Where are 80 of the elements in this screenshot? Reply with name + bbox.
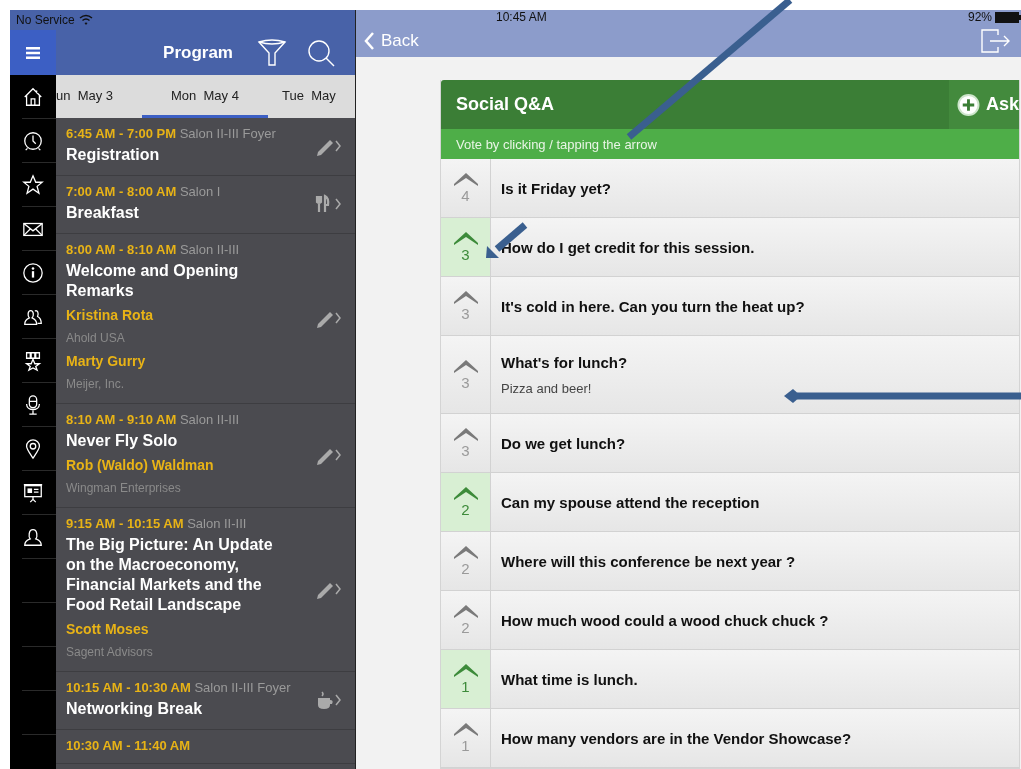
session-location: Salon II-III	[187, 516, 247, 531]
question-text: Where will this conference be next year ?	[501, 552, 797, 570]
card-title: Social Q&A	[455, 94, 556, 115]
day-tab[interactable]: Tue May	[268, 75, 355, 118]
session-title[interactable]: Welcome and Opening Remarks	[66, 261, 291, 301]
upvote-button[interactable]: 1	[441, 709, 491, 767]
upvote-button[interactable]: 3	[441, 414, 491, 472]
chevron-up-icon	[453, 427, 478, 441]
search-icon[interactable]	[307, 38, 335, 67]
speaker-organization: Ahold USA	[66, 330, 126, 347]
chevron-up-icon	[453, 604, 478, 618]
session-title[interactable]: The Big Picture: An Update on the Macroeconomy, Financial Markets and the Food Retail Landscape	[66, 535, 291, 615]
coffee-cup-icon[interactable]	[315, 689, 341, 711]
upvote-button[interactable]: 2	[441, 532, 491, 590]
battery-percent: 92%	[967, 10, 992, 25]
chevron-up-icon	[453, 663, 478, 677]
question-text: What's for lunch?	[501, 353, 629, 371]
day-tab[interactable]: un May 3	[56, 75, 142, 118]
speaker-name[interactable]: Scott Moses	[66, 619, 315, 639]
program-title: Program	[163, 42, 233, 63]
menu-icon[interactable]	[26, 46, 40, 59]
question-text: Can my spouse attend the reception	[501, 493, 761, 511]
star-icon[interactable]	[22, 172, 44, 197]
carrier-text: No Service	[16, 13, 75, 27]
speaker-name[interactable]: Marty Gurry	[66, 351, 315, 371]
session-title[interactable]: Registration	[66, 145, 291, 165]
chevron-up-icon	[453, 722, 478, 736]
question-text: How much wood could a wood chuck chuck ?	[501, 611, 830, 629]
vote-hint: Vote by clicking / tapping the arrow	[441, 129, 1019, 159]
upvote-button[interactable]: 2	[441, 473, 491, 531]
session-title[interactable]: Breakfast	[66, 203, 291, 223]
question-text: How many vendors are in the Vendor Showcase?	[501, 729, 853, 747]
session-time: 8:10 AM - 9:10 AM	[66, 412, 177, 427]
ask-button[interactable]: Ask	[949, 80, 1019, 129]
chevron-up-icon	[453, 231, 478, 245]
day-tab[interactable]: Mon May 4	[142, 75, 268, 118]
question-text: What time is lunch.	[501, 670, 639, 688]
speaker-organization: Meijer, Inc.	[66, 376, 126, 393]
back-button[interactable]: Back	[364, 30, 419, 51]
info-icon[interactable]	[22, 260, 44, 285]
session-location: Salon II-III	[179, 242, 240, 257]
session-time: 8:00 AM - 8:10 AM	[66, 242, 177, 257]
question-text: Is it Friday yet?	[501, 179, 613, 197]
upvote-button[interactable]: 4	[441, 159, 491, 217]
plus-circle-icon	[957, 92, 980, 117]
chevron-up-icon	[453, 290, 478, 304]
answer-text: Pizza and beer!	[501, 380, 593, 396]
session-location: Salon II-III	[179, 412, 240, 427]
question-text: It's cold in here. Can you turn the heat up?	[501, 297, 806, 315]
battery-icon	[995, 11, 1021, 23]
upvote-button[interactable]: 2	[441, 591, 491, 649]
upvote-button[interactable]: 1	[441, 650, 491, 708]
wifi-icon	[78, 14, 93, 26]
session-time: 10:30 AM - 11:40 AM	[66, 738, 191, 753]
session-time: 10:15 AM - 10:30 AM	[66, 680, 191, 695]
chevron-up-icon	[453, 545, 478, 559]
session-time: 7:00 AM - 8:00 AM	[66, 184, 177, 199]
session-time: 6:45 AM - 7:00 PM	[66, 126, 177, 141]
session-time: 9:15 AM - 10:15 AM	[66, 516, 184, 531]
speaker-name[interactable]: Kristina Rota	[66, 305, 315, 325]
session-title[interactable]: Never Fly Solo	[66, 431, 291, 451]
session-title[interactable]: Networking Break	[66, 699, 291, 719]
chevron-up-icon	[453, 358, 478, 373]
upvote-button[interactable]: 3	[441, 277, 491, 335]
fork-knife-icon[interactable]	[315, 193, 341, 215]
chevron-up-icon	[453, 486, 478, 500]
session-location: Salon II-III Foyer	[179, 126, 276, 141]
speaker-organization: Wingman Enterprises	[66, 480, 182, 497]
upvote-button[interactable]: 3	[441, 336, 491, 413]
speaker-name[interactable]: Rob (Waldo) Waldman	[66, 455, 315, 475]
session-location: Salon II-III Foyer	[194, 680, 291, 695]
speaker-organization: Sagent Advisors	[66, 644, 154, 661]
chevron-left-icon	[364, 31, 375, 50]
status-time: 10:45 AM	[496, 10, 548, 25]
chevron-up-icon	[453, 172, 478, 186]
question-text: Do we get lunch?	[501, 434, 627, 452]
upvote-button[interactable]: 3	[441, 218, 491, 276]
session-location: Salon I	[179, 184, 221, 199]
exit-icon[interactable]	[981, 28, 1011, 53]
filter-icon[interactable]	[257, 38, 287, 67]
